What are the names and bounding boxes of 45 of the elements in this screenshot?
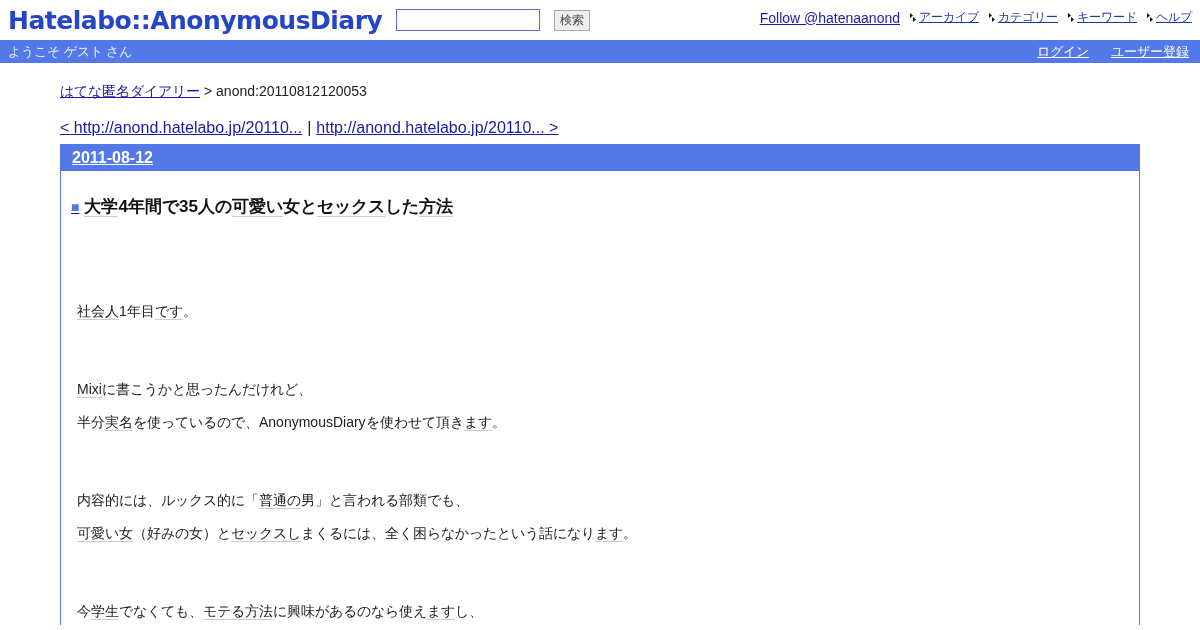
nav-link[interactable]: アーカイブ	[910, 9, 979, 26]
chevron-icon	[1147, 13, 1153, 22]
keyword-link[interactable]: です	[154, 303, 183, 320]
account-link[interactable]: ユーザー登録	[1111, 42, 1189, 61]
keyword-link[interactable]: セックス	[316, 197, 385, 217]
breadcrumb-text: > anond:20110812120053	[204, 83, 367, 101]
previous-link[interactable]: < http://anond.hatelabo.jp/20110...	[60, 119, 303, 137]
date-link[interactable]: 2011-08-12	[72, 149, 153, 167]
keyword-link[interactable]: モテる方法	[203, 603, 273, 620]
site-logo[interactable]: Hatelabo::AnonymousDiary	[8, 5, 383, 35]
keyword-link[interactable]: 可愛い	[231, 197, 283, 217]
keyword-link[interactable]: 可愛い女	[77, 525, 133, 542]
keyword-link[interactable]: 大学	[84, 197, 119, 217]
paragraph: 半分実名 を使っているので、AnonymousDiaryを使わせて頂き ます。	[77, 413, 507, 433]
keyword-link[interactable]: ます	[463, 414, 492, 431]
keyword-link[interactable]: ます	[595, 525, 623, 542]
nav-link[interactable]: キーワード	[1068, 9, 1137, 26]
chevron-icon	[1068, 13, 1074, 22]
keyword-link[interactable]: 社会人	[77, 303, 119, 320]
search-field[interactable]	[396, 9, 541, 31]
follow-link[interactable]: Follow @hatenaanond	[759, 9, 900, 26]
permalink-mark[interactable]: ■	[71, 199, 80, 215]
nav-link[interactable]: ヘルプ	[1147, 9, 1192, 26]
account-link[interactable]: ログイン	[1037, 42, 1089, 61]
breadcrumb-link[interactable]: はてな匿名ダイアリー	[60, 83, 200, 101]
keyword-link[interactable]: 普通の	[259, 492, 301, 509]
keyword-link[interactable]: 実名	[105, 414, 133, 431]
paragraph: 今学生でなくても、モテる方法に興味があるのなら使え ます し、	[77, 602, 484, 622]
paragraph: 内容的には、ルックス的に「普通の男」と言われる部類でも、	[77, 491, 470, 511]
search-button[interactable]: 検索	[554, 9, 591, 31]
next-link[interactable]: http://anond.hatelabo.jp/20110... >	[316, 119, 559, 137]
paragraph: 可愛い女（好みの女）と セックスし まくるには、全く困らなかったという話になり ます。	[77, 524, 638, 544]
keyword-link[interactable]: 方法	[418, 197, 453, 217]
nav-link[interactable]: カテゴリー	[989, 9, 1058, 26]
greeting-text: ようこそ ゲスト さん	[8, 42, 133, 61]
keyword-link[interactable]: 学生	[91, 603, 119, 620]
paragraph: Mixiに書こうかと思ったんだけれど、	[77, 380, 313, 400]
keyword-link[interactable]: ます	[427, 603, 455, 620]
chevron-icon	[910, 13, 916, 22]
paragraph: 社会人1年目 です。	[77, 302, 198, 322]
keyword-link[interactable]: Mixi	[77, 381, 102, 398]
entry-title: 大学4年間で35人の可愛い女とセックス した方法	[84, 196, 453, 218]
keyword-link[interactable]: セックスし	[231, 525, 301, 542]
separator-text: |	[307, 119, 312, 137]
chevron-icon	[989, 13, 995, 22]
